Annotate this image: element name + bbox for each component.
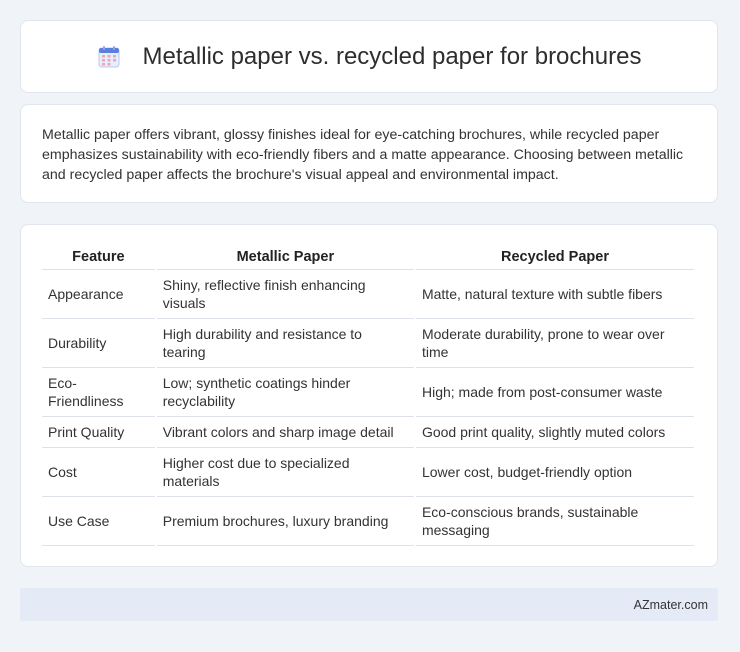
table-row: Print Quality Vibrant colors and sharp i…	[42, 417, 694, 448]
table-row: Appearance Shiny, reflective finish enha…	[42, 270, 694, 319]
description-card: Metallic paper offers vibrant, glossy fi…	[20, 104, 718, 203]
recycled-cell: High; made from post-consumer waste	[415, 368, 694, 417]
footer-bar: AZmater.com	[20, 588, 718, 621]
comparison-table: Feature Metallic Paper Recycled Paper Ap…	[40, 245, 696, 546]
metallic-cell: High durability and resistance to tearin…	[156, 319, 414, 368]
feature-cell: Eco-Friendliness	[42, 368, 155, 417]
feature-cell: Cost	[42, 448, 155, 497]
metallic-cell: Shiny, reflective finish enhancing visua…	[156, 270, 414, 319]
table-header-row: Feature Metallic Paper Recycled Paper	[42, 245, 694, 270]
recycled-cell: Lower cost, budget-friendly option	[415, 448, 694, 497]
table-row: Use Case Premium brochures, luxury brand…	[42, 497, 694, 546]
recycled-cell: Eco-conscious brands, sustainable messag…	[415, 497, 694, 546]
feature-cell: Print Quality	[42, 417, 155, 448]
feature-cell: Appearance	[42, 270, 155, 319]
column-header-metallic: Metallic Paper	[156, 245, 414, 270]
metallic-cell: Higher cost due to specialized materials	[156, 448, 414, 497]
table-row: Durability High durability and resistanc…	[42, 319, 694, 368]
page-title: Metallic paper vs. recycled paper for br…	[142, 42, 642, 70]
title-card: Metallic paper vs. recycled paper for br…	[20, 20, 718, 93]
metallic-cell: Vibrant colors and sharp image detail	[156, 417, 414, 448]
metallic-cell: Low; synthetic coatings hinder recyclabi…	[156, 368, 414, 417]
recycled-cell: Moderate durability, prone to wear over …	[415, 319, 694, 368]
description-text: Metallic paper offers vibrant, glossy fi…	[42, 127, 684, 183]
recycled-cell: Good print quality, slightly muted color…	[415, 417, 694, 448]
feature-cell: Durability	[42, 319, 155, 368]
comparison-table-card: Feature Metallic Paper Recycled Paper Ap…	[20, 224, 718, 567]
table-row: Cost Higher cost due to specialized mate…	[42, 448, 694, 497]
column-header-recycled: Recycled Paper	[415, 245, 694, 270]
metallic-cell: Premium brochures, luxury branding	[156, 497, 414, 546]
table-row: Eco-Friendliness Low; synthetic coatings…	[42, 368, 694, 417]
title-row: Metallic paper vs. recycled paper for br…	[97, 42, 642, 71]
feature-cell: Use Case	[42, 497, 155, 546]
calendar-icon	[98, 45, 120, 67]
footer-site-link[interactable]: AZmater.com	[634, 598, 708, 612]
column-header-feature: Feature	[42, 245, 155, 270]
recycled-cell: Matte, natural texture with subtle fiber…	[415, 270, 694, 319]
